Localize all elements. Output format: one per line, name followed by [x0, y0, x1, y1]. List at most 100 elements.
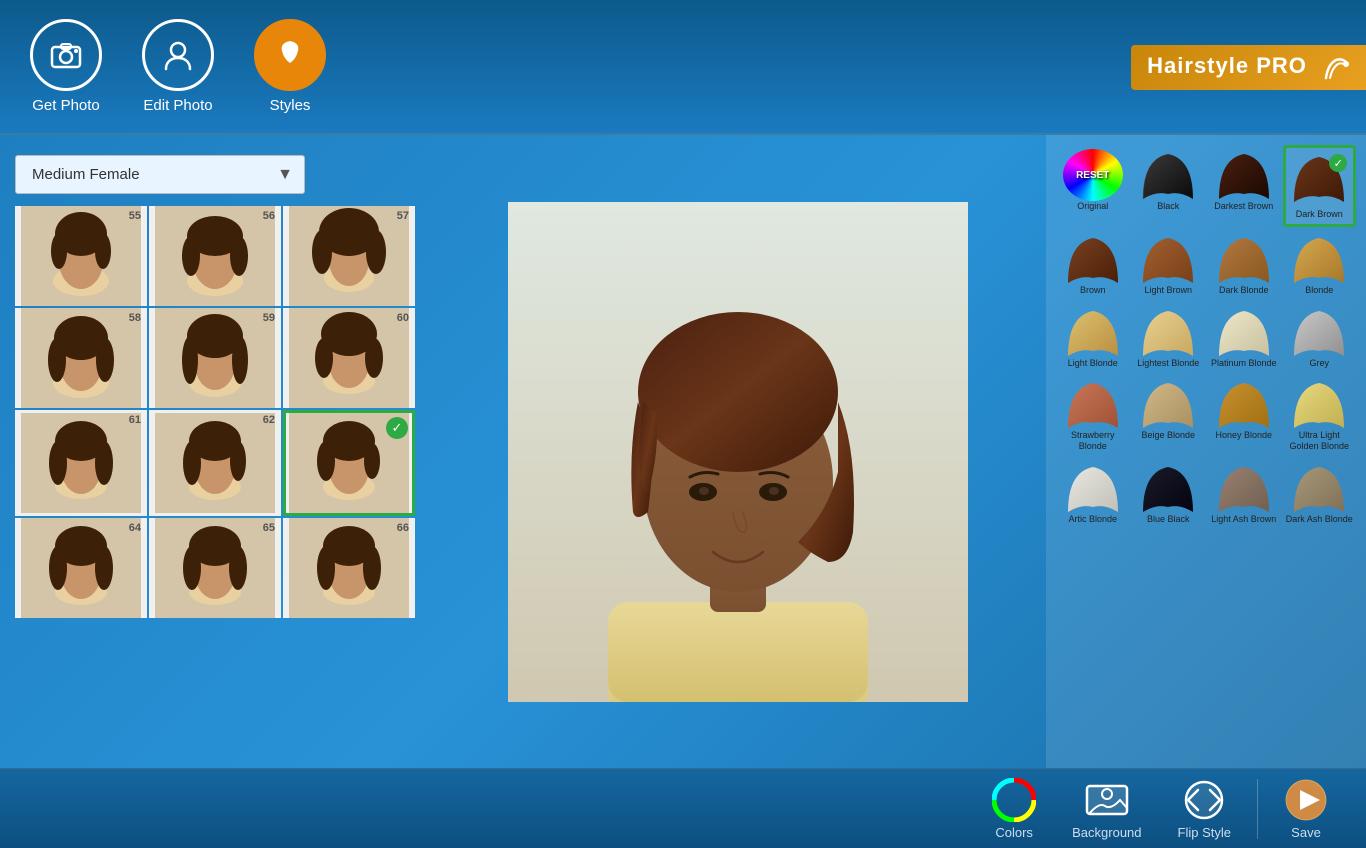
save-button[interactable]: Save: [1266, 770, 1346, 848]
color-lightest-blonde[interactable]: Lightest Blonde: [1132, 302, 1206, 373]
color-label-light-blonde: Light Blonde: [1068, 358, 1118, 369]
swatch-beige-blonde: [1138, 378, 1198, 430]
color-original[interactable]: RESET Original: [1056, 145, 1130, 227]
color-label-darkest-brown: Darkest Brown: [1214, 201, 1273, 212]
colors-icon: [992, 778, 1036, 822]
color-label-ultra-light-golden-blonde: Ultra Light Golden Blonde: [1285, 430, 1355, 452]
color-blue-black[interactable]: Blue Black: [1132, 458, 1206, 529]
style-item-55[interactable]: 55: [15, 206, 147, 306]
style-number-62: 62: [263, 414, 275, 426]
swatch-honey-blonde: [1214, 378, 1274, 430]
style-item-58[interactable]: 58: [15, 308, 147, 408]
swatch-darkest-brown: [1214, 149, 1274, 201]
color-blonde[interactable]: Blonde: [1283, 229, 1357, 300]
style-number-64: 64: [129, 522, 141, 534]
color-grey[interactable]: Grey: [1283, 302, 1357, 373]
style-thumb-58: [15, 308, 147, 408]
nav-edit-photo[interactable]: Edit Photo: [142, 19, 214, 114]
color-platinum-blonde[interactable]: Platinum Blonde: [1207, 302, 1281, 373]
swatch-light-brown: [1138, 233, 1198, 285]
styles-panel: Medium Female Short Female Long Female S…: [0, 135, 430, 768]
color-honey-blonde[interactable]: Honey Blonde: [1207, 374, 1281, 456]
get-photo-label: Get Photo: [32, 97, 100, 114]
swatch-brown: [1063, 233, 1123, 285]
colors-button[interactable]: Colors: [974, 770, 1054, 848]
swatch-black: [1138, 149, 1198, 201]
color-strawberry-blonde[interactable]: Strawberry Blonde: [1056, 374, 1130, 456]
colors-label: Colors: [995, 825, 1033, 840]
swatch-dark-ash-blonde: [1289, 462, 1349, 514]
reset-swatch: RESET: [1063, 149, 1123, 201]
category-dropdown-container: Medium Female Short Female Long Female S…: [15, 155, 415, 194]
category-dropdown[interactable]: Medium Female Short Female Long Female S…: [15, 155, 305, 194]
swatch-ultra-light-golden-blonde: [1289, 378, 1349, 430]
color-label-platinum-blonde: Platinum Blonde: [1211, 358, 1277, 369]
style-number-61: 61: [129, 414, 141, 426]
style-item-63[interactable]: ✓: [283, 410, 415, 516]
color-label-grey: Grey: [1309, 358, 1329, 369]
nav-get-photo[interactable]: Get Photo: [30, 19, 102, 114]
style-number-56: 56: [263, 210, 275, 222]
color-beige-blonde[interactable]: Beige Blonde: [1132, 374, 1206, 456]
color-light-blonde[interactable]: Light Blonde: [1056, 302, 1130, 373]
bottom-divider: [1257, 779, 1258, 839]
style-thumb-60: [283, 308, 415, 408]
color-label-lightest-blonde: Lightest Blonde: [1137, 358, 1199, 369]
style-number-59: 59: [263, 312, 275, 324]
person-preview: [508, 202, 968, 702]
color-light-brown[interactable]: Light Brown: [1132, 229, 1206, 300]
color-light-ash-brown[interactable]: Light Ash Brown: [1207, 458, 1281, 529]
style-number-60: 60: [397, 312, 409, 324]
color-black[interactable]: Black: [1132, 145, 1206, 227]
color-label-dark-blonde: Dark Blonde: [1219, 285, 1269, 296]
main-content: Medium Female Short Female Long Female S…: [0, 135, 1366, 768]
style-item-65[interactable]: 65: [149, 518, 281, 618]
color-ultra-light-golden-blonde[interactable]: Ultra Light Golden Blonde: [1283, 374, 1357, 456]
styles-label: Styles: [270, 97, 311, 114]
swatch-grey: [1289, 306, 1349, 358]
color-label-dark-ash-blonde: Dark Ash Blonde: [1286, 514, 1353, 525]
style-thumb-56: [149, 206, 281, 306]
style-item-56[interactable]: 56: [149, 206, 281, 306]
color-label-light-ash-brown: Light Ash Brown: [1211, 514, 1276, 525]
style-item-66[interactable]: 66: [283, 518, 415, 618]
nav-styles[interactable]: Styles: [254, 19, 326, 114]
style-thumb-55: [15, 206, 147, 306]
swatch-strawberry-blonde: [1063, 378, 1123, 430]
background-button[interactable]: Background: [1054, 770, 1159, 848]
style-thumb-62: [149, 410, 281, 516]
color-dark-brown[interactable]: ✓ Dark Brown: [1283, 145, 1357, 227]
flip-style-button[interactable]: Flip Style: [1160, 770, 1249, 848]
selected-check-63: ✓: [386, 417, 408, 439]
color-dark-ash-blonde[interactable]: Dark Ash Blonde: [1283, 458, 1357, 529]
swatch-light-ash-brown: [1214, 462, 1274, 514]
swatch-blue-black: [1138, 462, 1198, 514]
color-artic-blonde[interactable]: Artic Blonde: [1056, 458, 1130, 529]
style-item-64[interactable]: 64: [15, 518, 147, 618]
swatch-dark-blonde: [1214, 233, 1274, 285]
style-number-55: 55: [129, 210, 141, 222]
style-thumb-66: [283, 518, 415, 618]
style-number-58: 58: [129, 312, 141, 324]
style-item-62[interactable]: 62: [149, 410, 281, 516]
color-label-strawberry-blonde: Strawberry Blonde: [1058, 430, 1128, 452]
style-item-60[interactable]: 60: [283, 308, 415, 408]
background-icon: [1085, 778, 1129, 822]
color-dark-blonde[interactable]: Dark Blonde: [1207, 229, 1281, 300]
swatch-artic-blonde: [1063, 462, 1123, 514]
logo-area: Hairstyle PRO: [1086, 0, 1366, 135]
styles-icon: [254, 19, 326, 91]
color-label-dark-brown: Dark Brown: [1296, 209, 1343, 220]
color-label-light-brown: Light Brown: [1144, 285, 1192, 296]
background-label: Background: [1072, 825, 1141, 840]
color-brown[interactable]: Brown: [1056, 229, 1130, 300]
style-thumb-64: [15, 518, 147, 618]
style-item-57[interactable]: 57: [283, 206, 415, 306]
flip-style-icon: [1182, 778, 1226, 822]
style-item-61[interactable]: 61: [15, 410, 147, 516]
swatch-lightest-blonde: [1138, 306, 1198, 358]
save-icon: [1284, 778, 1328, 822]
color-darkest-brown[interactable]: Darkest Brown: [1207, 145, 1281, 227]
style-item-59[interactable]: 59: [149, 308, 281, 408]
color-label-honey-blonde: Honey Blonde: [1215, 430, 1272, 441]
